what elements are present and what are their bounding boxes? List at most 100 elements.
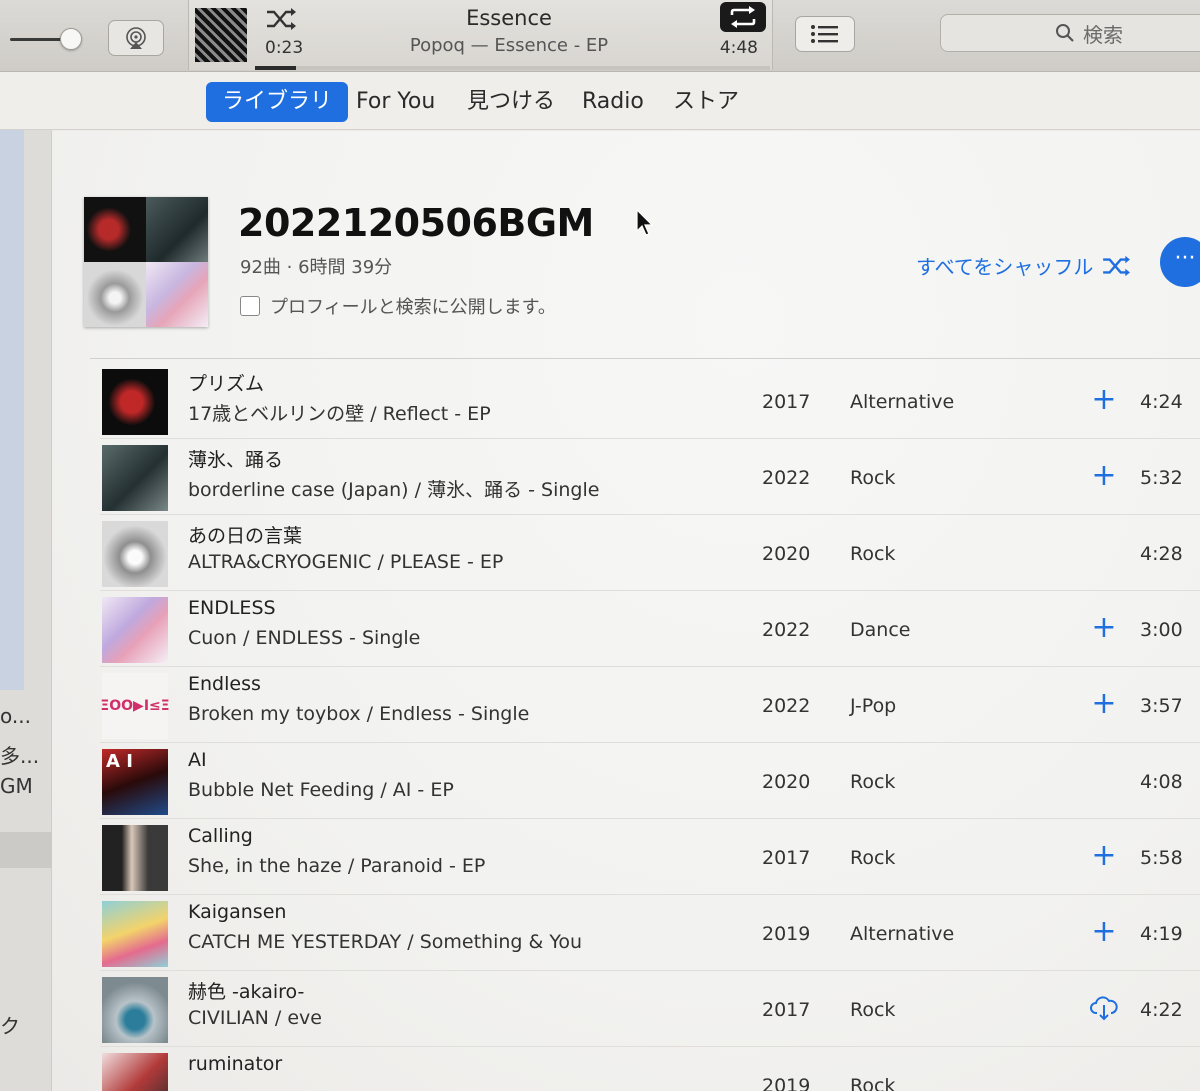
list-icon: [811, 25, 838, 43]
repeat-icon[interactable]: [720, 2, 766, 32]
track-artwork: A I: [102, 749, 168, 815]
sidebar-item[interactable]: ク: [0, 1010, 20, 1039]
add-icon[interactable]: +: [1090, 841, 1118, 871]
track-genre: Rock: [850, 543, 896, 565]
track-year: 2017: [762, 847, 811, 869]
track-genre: Rock: [850, 1075, 896, 1091]
playback-progress-fill: [255, 66, 297, 70]
artwork-tile: [146, 197, 208, 262]
track-duration: 3:00: [1140, 619, 1183, 641]
track-year: 2017: [762, 391, 811, 413]
sidebar-item[interactable]: GM: [0, 774, 33, 798]
track-duration: 5:58: [1140, 847, 1183, 869]
track-title: Endless: [188, 673, 261, 695]
now-playing-title: Essence: [466, 6, 552, 30]
track-artist-album: CATCH ME YESTERDAY / Something & You: [188, 931, 583, 953]
add-icon[interactable]: +: [1090, 613, 1118, 643]
table-row[interactable]: A I AI Bubble Net Feeding / AI - EP 2020 Roc…: [100, 743, 1200, 819]
add-icon[interactable]: +: [1090, 689, 1118, 719]
artwork-tile: [84, 197, 146, 262]
track-artwork: [102, 825, 168, 891]
track-genre: Dance: [850, 619, 911, 641]
track-duration: 4:19: [1140, 923, 1183, 945]
track-title: ruminator: [188, 1053, 283, 1075]
publish-checkbox[interactable]: [240, 296, 260, 316]
track-artwork: [102, 597, 168, 663]
playlist-title[interactable]: 2022120506BGM: [238, 201, 594, 245]
track-year: 2022: [762, 467, 811, 489]
track-artist-album: borderline case (Japan) / 薄氷、踊る - Single: [188, 479, 600, 501]
sidebar-item[interactable]: o...: [0, 704, 31, 728]
elapsed-time: 0:23: [265, 38, 304, 58]
more-button[interactable]: ···: [1160, 237, 1200, 287]
track-artist-album: CIVILIAN / eve: [188, 1007, 322, 1029]
track-genre: Alternative: [850, 923, 955, 945]
track-duration: 3:57: [1140, 695, 1183, 717]
shuffle-icon[interactable]: [265, 6, 299, 32]
shuffle-icon: [1103, 255, 1131, 276]
tab-for-you[interactable]: For You: [356, 82, 435, 122]
up-next-button[interactable]: [795, 16, 855, 52]
track-genre: Alternative: [850, 391, 955, 413]
sidebar-selected-row: [0, 832, 52, 868]
track-genre: Rock: [850, 847, 896, 869]
cloud-download-icon[interactable]: [1090, 995, 1118, 1023]
add-icon[interactable]: +: [1090, 461, 1118, 491]
track-artist-album: She, in the haze / Paranoid - EP: [188, 855, 486, 877]
publish-option[interactable]: プロフィールと検索に公開します。: [240, 293, 556, 319]
table-row[interactable]: Calling She, in the haze / Paranoid - EP 2…: [100, 819, 1200, 895]
track-title: プリズム: [188, 373, 265, 395]
track-year: 2022: [762, 619, 811, 641]
track-artwork: [102, 521, 168, 587]
track-duration: 4:28: [1140, 543, 1183, 565]
add-icon[interactable]: +: [1090, 385, 1118, 415]
table-row[interactable]: プリズム 17歳とベルリンの壁 / Reflect - EP 2017 Alterna…: [100, 363, 1200, 439]
cursor-icon: [636, 209, 654, 236]
track-artwork: [102, 977, 168, 1043]
track-year: 2020: [762, 771, 811, 793]
volume-slider-knob[interactable]: [60, 28, 82, 50]
search-placeholder: 検索: [1083, 22, 1123, 47]
table-row[interactable]: あの日の言葉 ALTRA&CRYOGENIC / PLEASE - EP 2020 R…: [100, 515, 1200, 591]
search-icon: [1056, 24, 1074, 42]
tab-radio[interactable]: Radio: [582, 82, 644, 122]
track-title: Kaigansen: [188, 901, 287, 923]
artwork-tile: [84, 262, 146, 327]
track-duration: 4:08: [1140, 771, 1183, 793]
track-title: Calling: [188, 825, 253, 847]
track-duration: 4:24: [1140, 391, 1183, 413]
airplay-button[interactable]: [108, 20, 164, 56]
track-artwork: [102, 445, 168, 511]
sidebar-item[interactable]: 多...: [0, 740, 39, 769]
tab-browse[interactable]: 見つける: [467, 82, 555, 122]
player-bar: 0:23 Essence Popoq — Essence - EP 4:48 検…: [0, 0, 1200, 72]
track-year: 2019: [762, 923, 811, 945]
table-row[interactable]: 薄氷、踊る borderline case (Japan) / 薄氷、踊る - S…: [100, 439, 1200, 515]
table-row[interactable]: Kaigansen CATCH ME YESTERDAY / Something …: [100, 895, 1200, 971]
search-input[interactable]: 検索: [940, 14, 1200, 52]
track-title: 赫色 -akairo-: [188, 981, 305, 1003]
track-artist-album: Cuon / ENDLESS - Single: [188, 627, 421, 649]
artwork-tile: [146, 262, 208, 327]
shuffle-all-button[interactable]: すべてをシャッフル: [916, 251, 1133, 280]
track-genre: J-Pop: [850, 695, 897, 717]
track-genre: Rock: [850, 467, 896, 489]
table-row[interactable]: ΞOO▶I≤Ξ Endless Broken my toybox / Endless…: [100, 667, 1200, 743]
playlist-meta: 92曲 · 6時間 39分: [240, 257, 393, 278]
track-genre: Rock: [850, 771, 896, 793]
table-row[interactable]: ruminator 2019 Rock: [100, 1047, 1200, 1091]
now-playing-artwork: [195, 8, 247, 62]
playback-progress[interactable]: [255, 66, 770, 70]
track-genre: Rock: [850, 999, 896, 1021]
table-row[interactable]: 赫色 -akairo- CIVILIAN / eve 2017 Rock 4:22: [100, 971, 1200, 1047]
tab-library[interactable]: ライブラリ: [206, 82, 349, 122]
tab-store[interactable]: ストア: [673, 82, 739, 122]
track-title: AI: [188, 749, 207, 771]
playlist-artwork: [84, 197, 208, 327]
table-row[interactable]: ENDLESS Cuon / ENDLESS - Single 2022 Dance +…: [100, 591, 1200, 667]
track-title: 薄氷、踊る: [188, 449, 284, 471]
track-artist-album: Broken my toybox / Endless - Single: [188, 703, 530, 725]
track-artwork: [102, 1053, 168, 1091]
track-year: 2019: [762, 1075, 811, 1091]
add-icon[interactable]: +: [1090, 917, 1118, 947]
